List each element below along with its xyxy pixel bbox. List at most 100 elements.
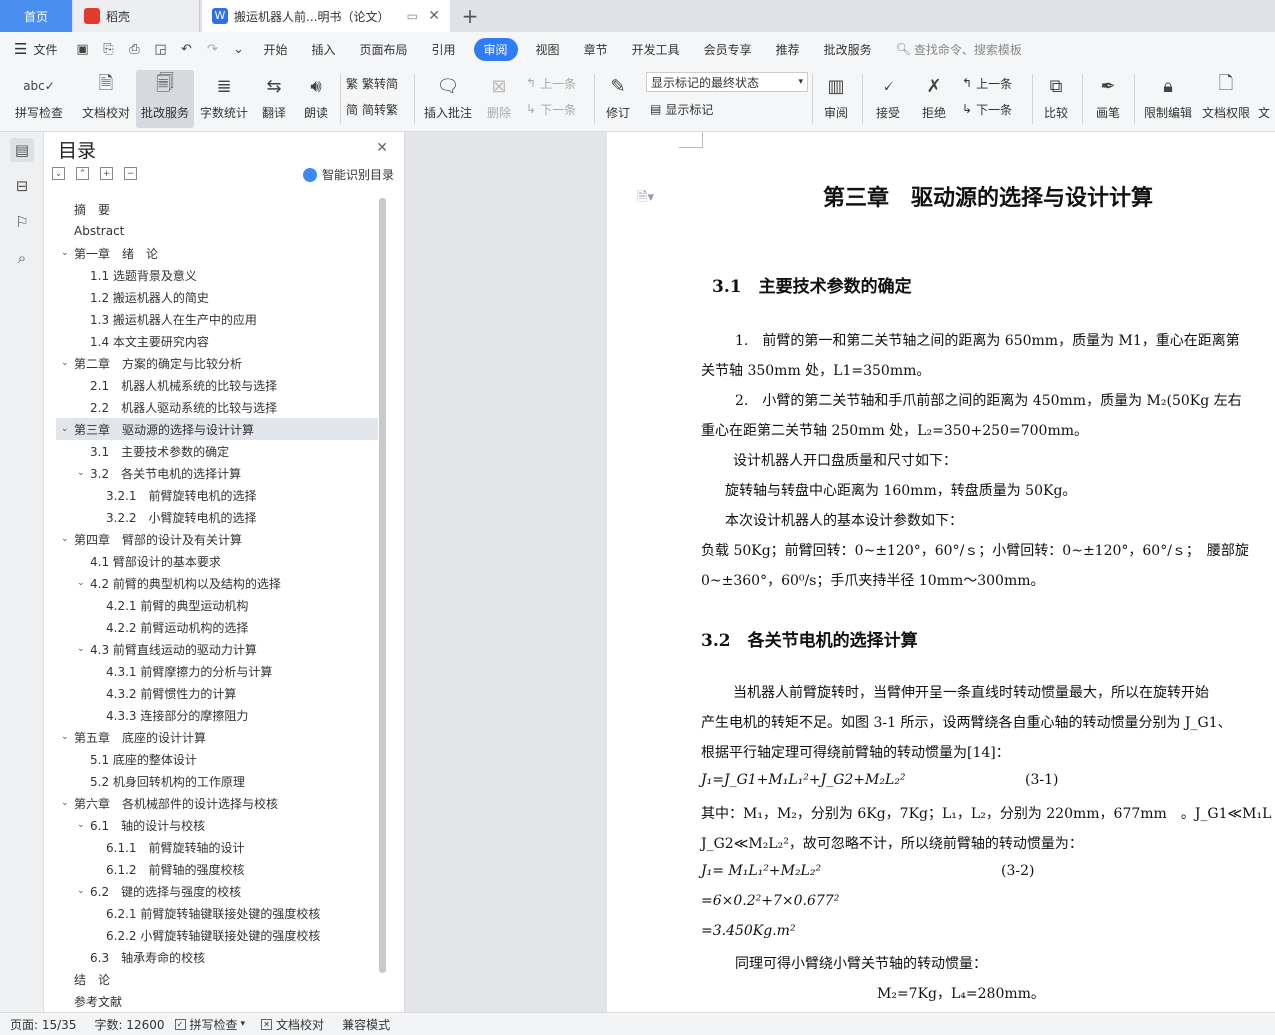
find-icon[interactable]: ⌕ <box>10 246 34 270</box>
truncated-button[interactable]: 文 <box>1258 70 1275 128</box>
doc-check-status[interactable]: ✕ 文档校对 <box>261 1016 324 1033</box>
markup-select[interactable]: 显示标记的最终状态 ▾ <box>646 72 808 92</box>
toc-expand-icon[interactable]: ⌄ <box>61 534 69 544</box>
menu-tab-7[interactable]: 开发工具 <box>632 41 680 58</box>
toc-item[interactable]: ⌄ 第二章 方案的确定与比较分析 <box>56 352 378 374</box>
remove-heading-icon[interactable]: − <box>124 167 137 180</box>
trad-to-simp-button[interactable]: 繁繁转简 <box>346 72 398 94</box>
menu-tab-2[interactable]: 页面布局 <box>360 41 408 58</box>
toc-item[interactable]: ⌄ 4.3 前臂直线运动的驱动力计算 <box>56 638 378 660</box>
save-icon[interactable]: ▣ <box>73 40 91 58</box>
toc-expand-icon[interactable]: ⌄ <box>61 248 69 258</box>
toc-item[interactable]: 1.4 本文主要研究内容 <box>56 330 378 352</box>
toc-item[interactable]: 4.3.2 前臂惯性力的计算 <box>56 682 378 704</box>
menu-tab-8[interactable]: 会员专享 <box>704 41 752 58</box>
toc-item[interactable]: 1.2 搬运机器人的简史 <box>56 286 378 308</box>
menu-tab-1[interactable]: 插入 <box>311 41 335 58</box>
toc-expand-icon[interactable]: ⌄ <box>77 578 85 588</box>
toc-item[interactable]: ⌄ 3.2 各关节电机的选择计算 <box>56 462 378 484</box>
toc-panel-icon[interactable]: ▤ <box>10 138 34 162</box>
spell-check-button[interactable]: abc✓ 拼写检查 <box>8 70 70 128</box>
compare-button[interactable]: ⧉ 比较 <box>1036 70 1076 128</box>
menu-tab-6[interactable]: 章节 <box>584 41 608 58</box>
toc-item[interactable]: 6.1.1 前臂旋转轴的设计 <box>56 836 378 858</box>
export-icon[interactable]: ⎘ <box>99 40 117 58</box>
print-icon[interactable]: ⎙ <box>125 40 143 58</box>
toc-expand-icon[interactable]: ⌄ <box>61 424 69 434</box>
smart-toc-button[interactable]: 智能识别目录 <box>302 166 394 183</box>
toc-expand-icon[interactable]: ⌄ <box>61 798 69 808</box>
review-pane-button[interactable]: ▥ 审阅 <box>816 70 856 128</box>
toc-item[interactable]: ⌄ 第六章 各机械部件的设计选择与校核 <box>56 792 378 814</box>
close-tab-icon[interactable]: ✕ <box>428 8 440 24</box>
toc-item[interactable]: ⌄ 第五章 底座的设计计算 <box>56 726 378 748</box>
add-heading-icon[interactable]: + <box>100 167 113 180</box>
next-comment-button[interactable]: ↳ 下一条 <box>526 98 576 120</box>
menu-file[interactable]: 文件 <box>33 41 57 58</box>
toc-item[interactable]: 4.3.3 连接部分的摩擦阻力 <box>56 704 378 726</box>
tab-document[interactable]: W 搬运机器人前...明书（论文） ▭ ✕ <box>202 0 450 32</box>
toc-item[interactable]: 3.2.1 前臂旋转电机的选择 <box>56 484 378 506</box>
menu-tab-10[interactable]: 批改服务 <box>824 41 872 58</box>
toc-item[interactable]: ⌄ 第三章 驱动源的选择与设计计算 <box>56 418 378 440</box>
toc-item[interactable]: 6.2.1 前臂旋转轴键联接处键的强度校核 <box>56 902 378 924</box>
prev-change-button[interactable]: ↰ 上一条 <box>962 72 1012 94</box>
delete-comment-button[interactable]: ⊠ 删除 <box>480 70 518 128</box>
toc-item[interactable]: 6.3 轴承寿命的校核 <box>56 946 378 968</box>
translate-button[interactable]: ⇆ 翻译 <box>254 70 294 128</box>
spell-check-status[interactable]: ✓ 拼写检查 ▾ <box>174 1016 245 1033</box>
toc-expand-icon[interactable]: ⌄ <box>77 886 85 896</box>
pigai-service-button[interactable]: 🗐 批改服务 <box>136 70 194 128</box>
redo-icon[interactable]: ↷ <box>203 40 221 58</box>
word-count-button[interactable]: ≣ 字数统计 <box>196 70 252 128</box>
menu-tab-4[interactable]: 审阅 <box>473 37 518 61</box>
toc-item[interactable]: 4.3.1 前臂摩擦力的分析与计算 <box>56 660 378 682</box>
toc-item[interactable]: ⌄ 第四章 臂部的设计及有关计算 <box>56 528 378 550</box>
menu-tab-9[interactable]: 推荐 <box>776 41 800 58</box>
page-indicator[interactable]: 页面: 15/35 <box>10 1016 76 1033</box>
toc-expand-icon[interactable]: ⌄ <box>61 732 69 742</box>
toc-item[interactable]: 2.2 机器人驱动系统的比较与选择 <box>56 396 378 418</box>
word-count-indicator[interactable]: 字数: 12600 <box>94 1016 164 1033</box>
revise-button[interactable]: ✎ 修订 <box>598 70 638 128</box>
reject-button[interactable]: ✗ 拒绝 <box>914 70 954 128</box>
toc-item[interactable]: ⌄ 第一章 绪 论 <box>56 242 378 264</box>
simp-to-trad-button[interactable]: 简简转繁 <box>346 98 398 120</box>
toc-item[interactable]: ⌄ 6.1 轴的设计与校核 <box>56 814 378 836</box>
toc-item[interactable]: 结 论 <box>56 968 378 990</box>
accept-button[interactable]: 🗸 接受 <box>868 70 908 128</box>
toc-item[interactable]: 4.2.2 前臂运动机构的选择 <box>56 616 378 638</box>
navigation-icon[interactable]: ⊟ <box>10 174 34 198</box>
next-change-button[interactable]: ↳ 下一条 <box>962 98 1012 120</box>
close-icon[interactable]: ✕ <box>376 140 388 156</box>
pen-button[interactable]: ✒ 画笔 <box>1088 70 1128 128</box>
toc-item[interactable]: 参考文献 <box>56 990 378 1012</box>
restrict-edit-button[interactable]: 🔒︎ 限制编辑 <box>1140 70 1196 128</box>
toc-item[interactable]: 2.1 机器人机械系统的比较与选择 <box>56 374 378 396</box>
toc-expand-icon[interactable]: ⌄ <box>77 644 85 654</box>
toc-expand-icon[interactable]: ⌄ <box>61 358 69 368</box>
toc-scrollbar[interactable] <box>379 198 386 973</box>
toc-item[interactable]: 5.1 底座的整体设计 <box>56 748 378 770</box>
toc-item[interactable]: ⌄ 4.2 前臂的典型机构以及结构的选择 <box>56 572 378 594</box>
menu-tab-5[interactable]: 视图 <box>536 41 560 58</box>
more-icon[interactable]: ⌄ <box>229 40 247 58</box>
doc-permission-button[interactable]: 🗋 文档权限 <box>1198 70 1254 128</box>
doc-check-button[interactable]: 🗎 文档校对 <box>76 70 136 128</box>
toc-expand-icon[interactable]: ⌄ <box>77 468 85 478</box>
search-box[interactable]: 🔍︎ 查找命令、搜索模板 <box>896 41 1022 58</box>
toc-item[interactable]: 摘 要 <box>56 198 378 220</box>
insert-comment-button[interactable]: 🗨 插入批注 <box>420 70 476 128</box>
toc-item[interactable]: 4.2.1 前臂的典型运动机构 <box>56 594 378 616</box>
pin-icon[interactable]: ▭ <box>407 9 418 23</box>
toc-item[interactable]: 5.2 机身回转机构的工作原理 <box>56 770 378 792</box>
toc-item[interactable]: 3.1 主要技术参数的确定 <box>56 440 378 462</box>
preview-icon[interactable]: ◲ <box>151 40 169 58</box>
menu-tab-0[interactable]: 开始 <box>263 41 287 58</box>
toc-item[interactable]: 4.1 臂部设计的基本要求 <box>56 550 378 572</box>
doc-layout-icon[interactable]: 🗎▾ <box>637 188 654 210</box>
toc-item[interactable]: 1.1 选题背景及意义 <box>56 264 378 286</box>
toc-item[interactable]: 6.1.2 前臂轴的强度校核 <box>56 858 378 880</box>
undo-icon[interactable]: ↶ <box>177 40 195 58</box>
new-tab-button[interactable]: + <box>456 0 484 32</box>
